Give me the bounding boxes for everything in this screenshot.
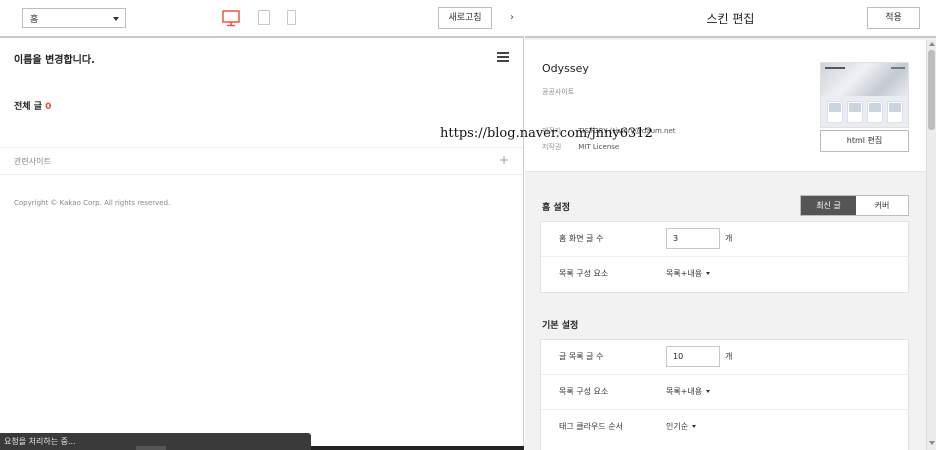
skin-thumbnail	[820, 62, 909, 128]
list-component-label: 목록 구성 요소	[559, 387, 609, 396]
home-list-component-label: 목록 구성 요소	[559, 269, 609, 278]
skin-name: Odyssey	[542, 62, 589, 75]
home-settings-panel: 홈 화면 글 수 3 개 목록 구성 요소 목록+내용	[540, 221, 909, 293]
skin-type: 공공사이트	[542, 88, 575, 96]
tag-cloud-order-select[interactable]: 인기순	[666, 421, 697, 432]
skin-license-value: MIT License	[578, 143, 620, 151]
skin-editor-pane: 스킨 편집 적용 Odyssey 공공사이트 제작자 TISTORY (tist…	[525, 0, 936, 450]
chevron-down-icon	[113, 17, 119, 21]
page-select-value: 홈	[30, 15, 39, 25]
chevron-right-icon[interactable]: ›	[510, 12, 514, 23]
latest-posts-tab[interactable]: 최신 글	[801, 196, 856, 215]
app-root: 홈 새로고침 › 이름을 변경합니다. 전체 글 0 관련사이트 + Copyr…	[0, 0, 936, 450]
refresh-button[interactable]: 새로고침	[438, 7, 492, 29]
copyright-text: Copyright © Kakao Corp. All rights reser…	[14, 199, 171, 207]
blog-title[interactable]: 이름을 변경합니다.	[14, 51, 95, 66]
list-component-value: 목록+내용	[666, 387, 703, 396]
scrollbar-thumb[interactable]	[928, 50, 935, 130]
skin-info-card: Odyssey 공공사이트 제작자 TISTORY (tistory@daum.…	[525, 40, 926, 172]
skin-license-row: 저작권 MIT License	[542, 142, 619, 152]
home-mode-toggle: 최신 글 커버	[800, 195, 909, 216]
list-component-row: 목록 구성 요소 목록+내용	[541, 375, 908, 410]
desktop-view-icon[interactable]	[222, 10, 240, 27]
post-count-value: 0	[45, 102, 52, 112]
cover-tab[interactable]: 커버	[856, 196, 908, 215]
list-post-count-input[interactable]: 10	[666, 346, 720, 367]
tag-cloud-order-label: 태그 클라우드 순서	[559, 422, 623, 431]
page-select[interactable]: 홈	[22, 8, 126, 28]
related-sites-label: 관련사이트	[14, 157, 51, 166]
tag-cloud-order-row: 태그 클라우드 순서 인기순	[541, 410, 908, 445]
scroll-down-icon[interactable]	[929, 441, 935, 445]
skin-editor-header: 스킨 편집 적용	[525, 0, 936, 38]
chevron-down-icon	[706, 390, 711, 393]
preview-pane: 홈 새로고침 › 이름을 변경합니다. 전체 글 0 관련사이트 + Copyr…	[0, 0, 524, 450]
menu-icon[interactable]	[497, 52, 509, 62]
list-component-select[interactable]: 목록+내용	[666, 386, 711, 397]
basic-settings-panel: 글 목록 글 수 10 개 목록 구성 요소 목록+내용 태그 클라우드 순서 …	[540, 339, 909, 450]
home-post-count-unit: 개	[725, 234, 733, 243]
home-list-component-row: 목록 구성 요소 목록+내용	[541, 257, 908, 292]
tag-cloud-order-value: 인기순	[666, 422, 689, 431]
plus-icon[interactable]: +	[499, 153, 509, 167]
vertical-scrollbar[interactable]	[926, 40, 936, 450]
tablet-view-icon[interactable]	[258, 10, 270, 25]
home-settings-title: 홈 설정	[542, 203, 570, 213]
post-count-label: 전체 글	[14, 102, 42, 112]
blog-header: 이름을 변경합니다.	[0, 40, 523, 74]
horizontal-scrollbar[interactable]	[136, 446, 524, 450]
scroll-up-icon[interactable]	[929, 42, 935, 46]
apply-button[interactable]: 적용	[867, 7, 920, 29]
chevron-down-icon	[692, 425, 697, 428]
list-post-count-unit: 개	[725, 352, 733, 361]
preview-toolbar: 홈 새로고침 ›	[0, 0, 524, 38]
home-post-count-input[interactable]: 3	[666, 228, 720, 249]
home-list-component-select[interactable]: 목록+내용	[666, 268, 711, 279]
post-count: 전체 글 0	[14, 99, 51, 112]
basic-settings-title: 기본 설정	[542, 321, 579, 331]
list-post-count-row: 글 목록 글 수 10 개	[541, 340, 908, 375]
skin-license-key: 저작권	[542, 143, 562, 151]
related-sites-row[interactable]: 관련사이트 +	[0, 147, 523, 175]
mobile-view-icon[interactable]	[287, 10, 296, 25]
watermark-text: https://blog.naver.com/jnny6312	[440, 126, 653, 141]
list-post-count-label: 글 목록 글 수	[559, 352, 604, 361]
home-list-component-value: 목록+내용	[666, 269, 703, 278]
html-edit-button[interactable]: html 편집	[820, 130, 909, 152]
home-post-count-row: 홈 화면 글 수 3 개	[541, 222, 908, 257]
chevron-down-icon	[706, 272, 711, 275]
home-post-count-label: 홈 화면 글 수	[559, 234, 604, 243]
